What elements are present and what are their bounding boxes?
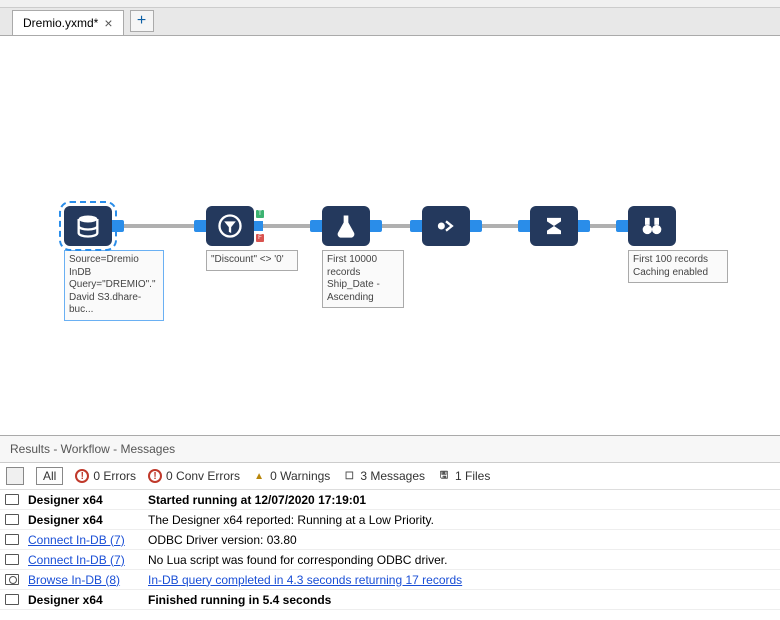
tool-connect-indb[interactable]: Source=Dremio InDB Query="DREMIO"."David… (64, 206, 164, 321)
message-row: Connect In-DB (7)ODBC Driver version: 03… (0, 530, 780, 550)
message-text: Started running at 12/07/2020 17:19:01 (144, 491, 780, 509)
false-port[interactable]: F (256, 234, 264, 242)
filter-icon (216, 212, 244, 240)
message-row: Designer x64The Designer x64 reported: R… (0, 510, 780, 530)
tool-label: First 10000 records Ship_Date - Ascendin… (322, 250, 404, 308)
message-filters: All !0 Errors !0 Conv Errors ▲0 Warnings… (0, 463, 780, 490)
tool-filter-indb[interactable]: T F "Discount" <> '0' (206, 206, 298, 271)
filter-messages[interactable]: ☐3 Messages (342, 469, 425, 483)
tab-bar: Dremio.yxmd* × + (0, 8, 780, 36)
message-row: Designer x64Finished running in 5.4 seco… (0, 590, 780, 610)
message-source: Designer x64 (24, 491, 144, 509)
workflow-tab[interactable]: Dremio.yxmd* × (12, 10, 124, 35)
filter-errors[interactable]: !0 Errors (75, 469, 136, 483)
tool-browse-indb[interactable]: First 100 records Caching enabled (628, 206, 728, 283)
message-icon (5, 494, 19, 505)
message-icon (5, 534, 19, 545)
tool-label: Source=Dremio InDB Query="DREMIO"."David… (64, 250, 164, 321)
message-icon (5, 514, 19, 525)
message-text: ODBC Driver version: 03.80 (144, 531, 780, 549)
results-header: Results - Workflow - Messages (0, 436, 780, 463)
workflow-canvas[interactable]: Source=Dremio InDB Query="DREMIO"."David… (0, 36, 780, 435)
file-icon (5, 574, 19, 585)
message-text: No Lua script was found for correspondin… (144, 551, 780, 569)
close-icon[interactable]: × (104, 16, 112, 30)
message-icon (5, 594, 19, 605)
filter-all[interactable]: All (36, 467, 63, 485)
message-source: Designer x64 (24, 591, 144, 609)
results-panel: Results - Workflow - Messages All !0 Err… (0, 435, 780, 620)
message-text: Finished running in 5.4 seconds (144, 591, 780, 609)
message-text: The Designer x64 reported: Running at a … (144, 511, 780, 529)
sample-icon (332, 212, 360, 240)
messages-table: Designer x64Started running at 12/07/202… (0, 490, 780, 620)
message-text[interactable]: In-DB query completed in 4.3 seconds ret… (144, 571, 780, 589)
message-row: Browse In-DB (8)In-DB query completed in… (0, 570, 780, 590)
message-row: Connect In-DB (7)No Lua script was found… (0, 550, 780, 570)
message-source[interactable]: Connect In-DB (7) (24, 531, 144, 549)
filter-files[interactable]: 🖫1 Files (437, 469, 490, 483)
filter-warnings[interactable]: ▲0 Warnings (252, 469, 330, 483)
tool-sample-indb[interactable]: First 10000 records Ship_Date - Ascendin… (322, 206, 404, 308)
add-tab-button[interactable]: + (130, 10, 154, 32)
sigma-icon (540, 212, 568, 240)
message-source: Designer x64 (24, 511, 144, 529)
message-source[interactable]: Browse In-DB (8) (24, 571, 144, 589)
select-icon (432, 212, 460, 240)
filter-conv-errors[interactable]: !0 Conv Errors (148, 469, 240, 483)
message-source[interactable]: Connect In-DB (7) (24, 551, 144, 569)
true-port[interactable]: T (256, 210, 264, 218)
tool-label: "Discount" <> '0' (206, 250, 298, 271)
binoculars-icon (638, 212, 666, 240)
panel-toggle-icon[interactable] (6, 467, 24, 485)
message-icon (5, 554, 19, 565)
database-icon (74, 212, 102, 240)
tool-label: First 100 records Caching enabled (628, 250, 728, 283)
tool-select-indb[interactable] (422, 206, 470, 246)
tool-summarize-indb[interactable] (530, 206, 578, 246)
tab-title: Dremio.yxmd* (23, 16, 98, 30)
message-row: Designer x64Started running at 12/07/202… (0, 490, 780, 510)
